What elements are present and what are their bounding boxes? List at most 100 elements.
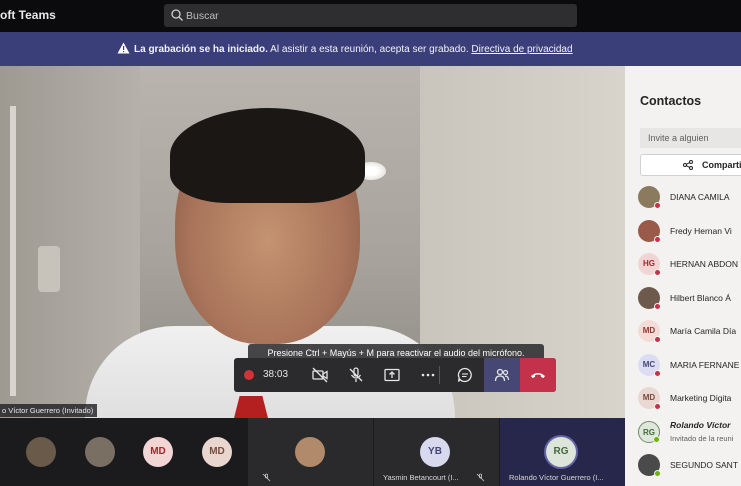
mic-off-icon <box>349 367 363 382</box>
gallery-avatar <box>295 437 325 467</box>
participant-name: HERNAN ABDON <box>670 259 739 269</box>
mic-off-icon <box>262 473 271 482</box>
search-box[interactable] <box>164 4 577 27</box>
gallery-avatar[interactable] <box>26 437 56 467</box>
participants-button[interactable] <box>484 358 520 392</box>
share-icon <box>683 160 693 170</box>
participant-row-selected[interactable]: RG Rolando Víctor Invitado de la reuni <box>638 414 741 448</box>
privacy-policy-link[interactable]: Directiva de privacidad <box>471 44 572 55</box>
gallery-tile[interactable] <box>248 418 373 486</box>
avatar: MD <box>638 320 661 343</box>
banner-text: Al asistir a esta reunión, acepta ser gr… <box>267 44 472 55</box>
participant-gallery: MD MD YB Yasmin Betancourt (I... RG Rola… <box>0 418 625 486</box>
invite-input[interactable] <box>640 128 741 148</box>
participant-row[interactable]: MD María Camila Día <box>638 313 741 347</box>
avatar-initials: RG <box>553 446 569 457</box>
busy-status-icon <box>654 336 661 343</box>
participant-name: SEGUNDO SANT <box>670 460 739 470</box>
gallery-name: Rolando Víctor Guerrero (I... <box>509 473 604 482</box>
hangup-icon <box>531 373 545 378</box>
gallery-tile[interactable]: YB Yasmin Betancourt (I... <box>374 418 499 486</box>
recording-banner: La grabación se ha iniciado. Al asistir … <box>0 32 741 66</box>
hangup-button[interactable] <box>520 358 556 392</box>
search-icon <box>171 9 183 21</box>
speaker-hair <box>170 108 365 203</box>
meeting-controls: 38:03 <box>234 358 556 392</box>
gallery-avatar: RG <box>546 437 576 467</box>
participant-name: Hilbert Blanco Á <box>670 292 731 303</box>
contacts-panel: Contactos Comparti DIANA CAMILA Fredy He… <box>625 66 741 486</box>
avatar-initials: MD <box>642 393 656 402</box>
people-icon <box>494 368 510 382</box>
participant-row[interactable]: SEGUNDO SANT <box>638 447 741 481</box>
title-bar: oft Teams <box>0 0 741 32</box>
gallery-avatar[interactable]: MD <box>143 437 173 467</box>
share-screen-button[interactable] <box>374 358 410 392</box>
available-status-icon <box>653 435 660 443</box>
camera-off-icon <box>312 367 328 383</box>
chat-icon <box>457 367 472 383</box>
avatar: MC <box>638 353 661 377</box>
available-status-icon <box>654 470 661 477</box>
busy-status-icon <box>654 235 661 243</box>
avatar <box>638 186 661 209</box>
avatar-initials: MD <box>642 326 656 335</box>
timer-text: 38:03 <box>263 369 289 380</box>
warning-icon <box>117 42 130 54</box>
avatar: HG <box>638 253 661 276</box>
banner-bold-text: La grabación se ha iniciado. <box>134 44 268 55</box>
mic-button[interactable] <box>338 358 374 392</box>
participant-name: María Camila Día <box>670 326 737 336</box>
participant-name: MARIA FERNANE <box>670 359 740 370</box>
avatar-initials: MD <box>150 446 166 457</box>
busy-status-icon <box>654 269 661 276</box>
mic-off-icon <box>476 473 485 482</box>
gallery-name: Yasmin Betancourt (I... <box>383 473 459 482</box>
busy-status-icon <box>654 302 661 310</box>
avatar-initials: RG <box>643 427 655 437</box>
search-input[interactable] <box>186 4 566 27</box>
avatar: MD <box>638 387 661 410</box>
participant-name: DIANA CAMILA <box>670 192 730 202</box>
teams-window: oft Teams La grabación se ha iniciado. A… <box>0 0 741 486</box>
share-label: Comparti <box>702 160 741 170</box>
gallery-tile-group: MD MD <box>0 418 248 486</box>
video-wall-phone <box>38 246 60 292</box>
participant-row[interactable]: Hilbert Blanco Á <box>638 280 741 314</box>
participant-name: Fredy Hernan Vi <box>670 225 732 236</box>
participant-row[interactable]: MD Marketing Digita <box>638 380 741 414</box>
controls-divider <box>439 366 440 384</box>
share-screen-icon <box>384 368 400 382</box>
busy-status-icon <box>654 202 661 209</box>
speaker-name-tag: o Víctor Guerrero (Invitado) <box>0 404 98 417</box>
gallery-tile-active-speaker[interactable]: RG Rolando Víctor Guerrero (I... <box>500 418 625 486</box>
avatar: RG <box>638 420 660 443</box>
participant-subtitle: Invitado de la reuni <box>670 433 734 443</box>
recording-timer: 38:03 <box>234 358 300 392</box>
gallery-avatar: YB <box>420 437 450 467</box>
participant-name: Rolando Víctor <box>670 419 731 430</box>
busy-status-icon <box>654 369 661 377</box>
gallery-avatar[interactable] <box>85 437 115 467</box>
chat-button[interactable] <box>447 358 483 392</box>
app-title: oft Teams <box>0 8 56 22</box>
camera-button[interactable] <box>302 358 338 392</box>
avatar-initials: HG <box>643 259 655 268</box>
more-icon <box>421 373 435 377</box>
avatar-initials: MD <box>209 446 225 457</box>
participant-name: Marketing Digita <box>670 393 732 403</box>
participant-list: DIANA CAMILA Fredy Hernan Vi HG HERNAN A… <box>638 179 741 481</box>
avatar-initials: MC <box>642 359 656 369</box>
more-options-button[interactable] <box>410 358 446 392</box>
participant-row[interactable]: DIANA CAMILA <box>638 179 741 213</box>
avatar <box>638 286 661 310</box>
gallery-avatar[interactable]: MD <box>202 437 232 467</box>
participant-row[interactable]: MC MARIA FERNANE <box>638 347 741 381</box>
recording-dot-icon <box>244 370 254 380</box>
participant-row[interactable]: HG HERNAN ABDON <box>638 246 741 280</box>
participant-row[interactable]: Fredy Hernan Vi <box>638 213 741 247</box>
avatar <box>638 454 661 477</box>
panel-title: Contactos <box>640 94 702 108</box>
avatar-initials: YB <box>428 446 442 457</box>
share-invite-button[interactable]: Comparti <box>640 154 741 176</box>
